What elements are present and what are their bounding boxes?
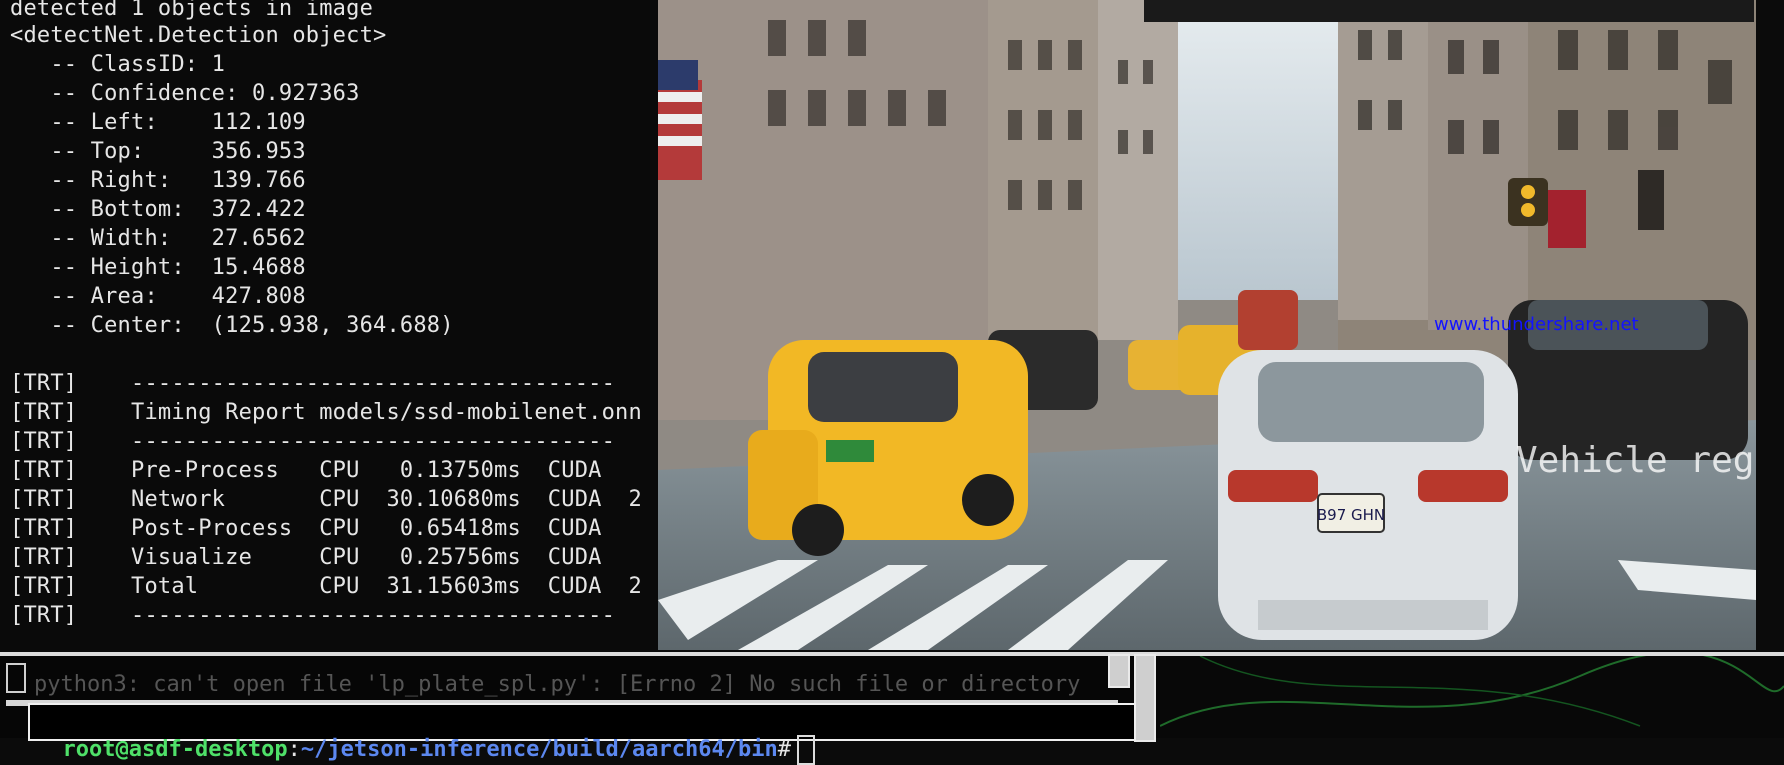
terminal-line: [TRT] Timing Report models/ssd-mobilenet…: [10, 400, 642, 425]
flag-shape: [658, 60, 702, 180]
terminal-line: [TRT] ----------------------------------…: [10, 429, 616, 454]
license-plate-text: B97 GHN: [1317, 506, 1385, 524]
terminal-line: [TRT] Pre-Process CPU 0.13750ms CUDA: [10, 458, 602, 483]
video-window-titlebar[interactable]: [1144, 0, 1754, 22]
detection-video-window[interactable]: B97 GHN www.thundershare.net Vehicle reg…: [658, 0, 1756, 650]
prompt-user: root@asdf-desktop: [62, 737, 288, 762]
terminal-line: -- Confidence: 0.927363: [10, 81, 360, 106]
terminal-line: -- Left: 112.109: [10, 110, 306, 135]
prompt-hash: #: [777, 737, 791, 762]
vertical-scrollbar[interactable]: [1134, 654, 1156, 742]
terminal-line: -- Bottom: 372.422: [10, 197, 306, 222]
prompt-colon: :: [287, 737, 301, 762]
prompt-path: ~/jetson-inference/build/aarch64/bin: [300, 737, 778, 762]
terminal-line: <detectNet.Detection object>: [10, 23, 387, 48]
text-cursor: [797, 735, 815, 765]
terminal-line: -- Area: 427.808: [10, 284, 306, 309]
terminal-line: -- Center: (125.938, 364.688): [10, 313, 454, 338]
terminal-line: -- Right: 139.766: [10, 168, 306, 193]
terminal-line: -- Width: 27.6562: [10, 226, 306, 251]
terminal-line: -- Top: 356.953: [10, 139, 306, 164]
shell-prompt[interactable]: root@asdf-desktop:~/jetson-inference/bui…: [36, 707, 815, 765]
terminal-line: -- ClassID: 1: [10, 52, 226, 77]
terminal-line: [TRT] Post-Process CPU 0.65418ms CUDA: [10, 516, 602, 541]
terminal-line: [TRT] ----------------------------------…: [10, 603, 616, 628]
terminal-line: [TRT] ----------------------------------…: [10, 371, 616, 396]
terminal-line: [TRT] Total CPU 31.15603ms CUDA 2: [10, 574, 642, 599]
terminal-line: [TRT] Visualize CPU 0.25756ms CUDA: [10, 545, 602, 570]
terminal-line: detected 1 objects in image: [10, 0, 374, 21]
terminal-window[interactable]: detected 1 objects in image <detectNet.D…: [0, 0, 660, 650]
terminal-line: [TRT] Network CPU 30.10680ms CUDA 2: [10, 487, 642, 512]
yellow-taxi-shape: [748, 340, 1028, 556]
cursor-box: [6, 663, 26, 693]
white-car-shape: B97 GHN: [1218, 350, 1518, 640]
detection-overlay-label: Vehicle registration plate 92.7%: [1516, 440, 1756, 481]
scrollbar-thumb[interactable]: [1108, 654, 1130, 688]
desktop-background: [1160, 656, 1784, 738]
terminal-line: -- Height: 15.4688: [10, 255, 306, 280]
partially-hidden-line: python3: can't open file 'lp_plate_spl.p…: [34, 672, 1081, 697]
watermark-text: www.thundershare.net: [1434, 314, 1639, 335]
